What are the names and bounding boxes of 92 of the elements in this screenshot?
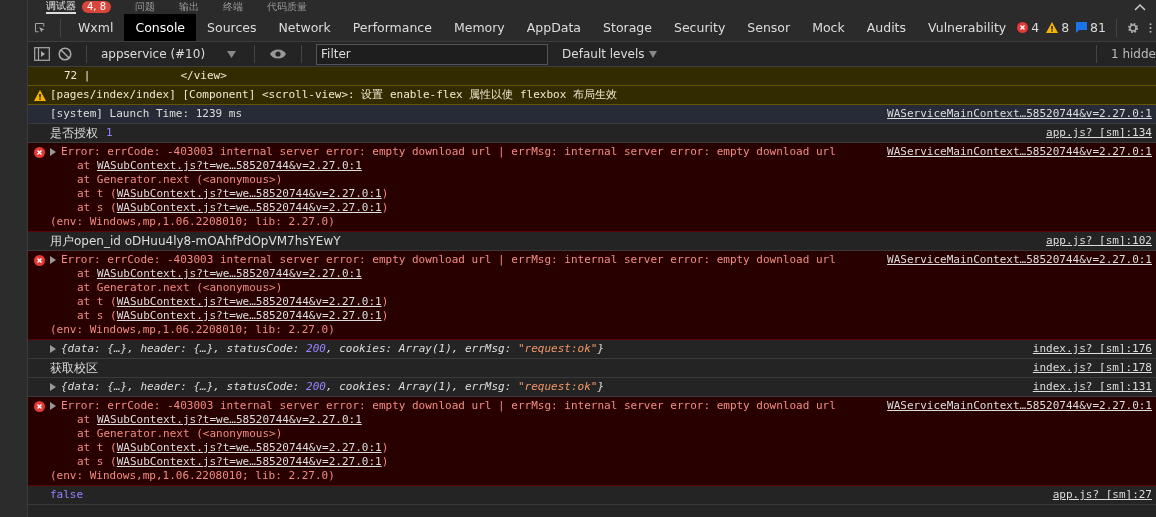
devtools-tab[interactable]: Sources: [196, 14, 268, 41]
stack-frame: at t (WASubContext.js?t=we…58520744&v=2.27.0:1): [50, 441, 836, 455]
error-icon: [1017, 22, 1029, 33]
env-info: (env: Windows,mp,1.06.2208010; lib: 2.27.0): [50, 215, 336, 229]
line-number: 72 |: [64, 69, 91, 83]
message-icon: [1076, 22, 1088, 33]
devtools-tab[interactable]: Performance: [341, 14, 443, 41]
devtools-tab[interactable]: Wxml: [67, 14, 125, 41]
log-message: [system] Launch Time: 1239 ms: [50, 107, 243, 121]
warning-icon: [1046, 22, 1059, 33]
dropdown-caret-icon: [648, 50, 657, 58]
eye-icon[interactable]: [269, 48, 288, 60]
error-icon: [34, 147, 45, 158]
dropdown-caret-icon: [227, 50, 237, 58]
panel-tab[interactable]: 问题: [135, 1, 156, 13]
source-link[interactable]: WAServiceMainContext…58520744&v=2.27.0:1: [887, 399, 1152, 413]
source-link[interactable]: index.js? [sm]:178: [1032, 361, 1152, 375]
stack-frame: at WASubContext.js?t=we…58520744&v=2.27.0:1: [50, 159, 836, 173]
env-info: (env: Windows,mp,1.06.2208010; lib: 2.27.0): [50, 469, 336, 483]
log-message: 获取校区: [50, 361, 98, 375]
error-count: 4: [1031, 20, 1040, 35]
stack-link[interactable]: WASubContext.js?t=we…58520744&v=2.27.0:1: [116, 187, 382, 200]
error-icon: [34, 255, 45, 266]
object-preview[interactable]: {data: {…}, header: {…}, statusCode: 200, cookies: Array(1), errMsg: "request:ok"}: [61, 380, 605, 394]
expand-triangle-icon[interactable]: [50, 256, 56, 264]
message-count: 81: [1090, 20, 1106, 35]
stack-frame: at s (WASubContext.js?t=we…58520744&v=2.27.0:1): [50, 309, 836, 323]
expand-triangle-icon[interactable]: [50, 383, 56, 391]
sidebar-toggle-icon[interactable]: [34, 47, 50, 61]
devtools-tab[interactable]: Memory: [442, 14, 516, 41]
expand-triangle-icon[interactable]: [50, 345, 56, 353]
devtools-tab[interactable]: Security: [662, 14, 737, 41]
stack-link[interactable]: WASubContext.js?t=we…58520744&v=2.27.0:1: [116, 455, 382, 468]
filter-field[interactable]: Filter: [316, 43, 549, 65]
stack-frame: at Generator.next (<anonymous>): [50, 281, 836, 295]
stack-link[interactable]: WASubContext.js?t=we…58520744&v=2.27.0:1: [116, 295, 382, 308]
levels-dropdown[interactable]: Default levels: [562, 47, 657, 61]
error-message: Error: errCode: -403003 internal server error: empty download url | errMsg: internal server error: empty download url: [61, 145, 836, 159]
log-value: 1: [106, 126, 113, 140]
source-link[interactable]: WAServiceMainContext…58520744&v=2.27.0:1: [887, 145, 1152, 159]
source-link[interactable]: WAServiceMainContext…58520744&v=2.27.0:1: [887, 107, 1152, 121]
hidden-count: 1 hidde: [1111, 47, 1156, 61]
expand-triangle-icon[interactable]: [50, 148, 56, 156]
more-icon[interactable]: [1149, 20, 1152, 35]
log-message: 是否授权: [50, 126, 98, 140]
devtools-tab[interactable]: Mock: [801, 14, 856, 41]
chevron-up-icon[interactable]: [1134, 3, 1146, 11]
error-message: Error: errCode: -403003 internal server error: empty download url | errMsg: internal server error: empty download url: [61, 399, 836, 413]
stack-frame: at Generator.next (<anonymous>): [50, 173, 836, 187]
devtools-tab[interactable]: Network: [267, 14, 342, 41]
stack-frame: at s (WASubContext.js?t=we…58520744&v=2.27.0:1): [50, 201, 836, 215]
source-link[interactable]: index.js? [sm]:131: [1032, 380, 1152, 394]
stack-link[interactable]: WASubContext.js?t=we…58520744&v=2.27.0:1: [96, 159, 362, 172]
panel-tab[interactable]: 代码质量: [267, 1, 308, 13]
env-info: (env: Windows,mp,1.06.2208010; lib: 2.27.0): [50, 323, 336, 337]
devtools-tab[interactable]: Storage: [592, 14, 663, 41]
stack-link[interactable]: WASubContext.js?t=we…58520744&v=2.27.0:1: [96, 413, 362, 426]
source-link[interactable]: WAServiceMainContext…58520744&v=2.27.0:1: [887, 253, 1152, 267]
object-preview[interactable]: {data: {…}, header: {…}, statusCode: 200, cookies: Array(1), errMsg: "request:ok"}: [61, 342, 605, 356]
devtools-tab[interactable]: Vulnerability: [917, 14, 1018, 41]
source-link[interactable]: index.js? [sm]:176: [1032, 342, 1152, 356]
error-icon: [34, 401, 45, 412]
stack-link[interactable]: WASubContext.js?t=we…58520744&v=2.27.0:1: [96, 267, 362, 280]
source-link[interactable]: app.js? [sm]:102: [1046, 234, 1152, 248]
devtools-tab[interactable]: AppData: [515, 14, 593, 41]
source-link[interactable]: app.js? [sm]:27: [1052, 488, 1152, 502]
stack-frame: at WASubContext.js?t=we…58520744&v=2.27.0:1: [50, 413, 836, 427]
warning-icon: [34, 90, 46, 101]
expand-triangle-icon[interactable]: [50, 402, 56, 410]
panel-tab[interactable]: 终端: [223, 1, 244, 13]
devtools-tab[interactable]: Console: [124, 14, 197, 41]
context-select[interactable]: appservice (#10): [101, 47, 241, 61]
count-badge: 4, 8: [82, 1, 112, 13]
stack-frame: at Generator.next (<anonymous>): [50, 427, 836, 441]
warning-message: [pages/index/index] [Component] <scroll-view>: 设置 enable-flex 属性以使 flexbox 布局生效: [50, 88, 617, 102]
log-message: 用户open_id oDHuu4ly8-mOAhfPdOpVM7hsYEwY: [50, 234, 341, 248]
code-text: </view>: [180, 69, 227, 83]
stack-link[interactable]: WASubContext.js?t=we…58520744&v=2.27.0:1: [116, 201, 382, 214]
stack-frame: at WASubContext.js?t=we…58520744&v=2.27.0:1: [50, 267, 836, 281]
clear-icon[interactable]: [58, 47, 72, 61]
panel-tab[interactable]: 输出: [179, 1, 200, 13]
stack-link[interactable]: WASubContext.js?t=we…58520744&v=2.27.0:1: [116, 441, 382, 454]
devtools-tab[interactable]: Audits: [855, 14, 917, 41]
stack-frame: at t (WASubContext.js?t=we…58520744&v=2.27.0:1): [50, 295, 836, 309]
log-value: false: [50, 488, 84, 502]
error-message: Error: errCode: -403003 internal server error: empty download url | errMsg: internal server error: empty download url: [61, 253, 836, 267]
devtools-tab[interactable]: Sensor: [736, 14, 802, 41]
stack-frame: at s (WASubContext.js?t=we…58520744&v=2.27.0:1): [50, 455, 836, 469]
stack-link[interactable]: WASubContext.js?t=we…58520744&v=2.27.0:1: [116, 309, 382, 322]
warning-count: 8: [1061, 20, 1070, 35]
source-link[interactable]: app.js? [sm]:134: [1046, 126, 1152, 140]
stack-frame: at t (WASubContext.js?t=we…58520744&v=2.27.0:1): [50, 187, 836, 201]
